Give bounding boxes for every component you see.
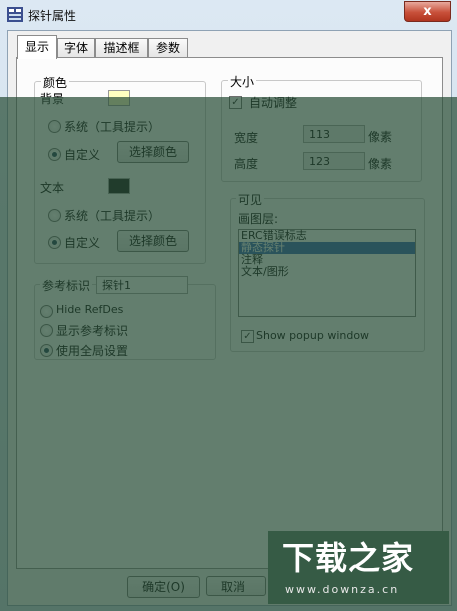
list-item[interactable]: 文本/图形 (239, 266, 415, 278)
layers-label: 画图层: (238, 212, 279, 226)
cancel-button[interactable]: 取消 (206, 576, 266, 596)
width-field[interactable]: 113 (303, 125, 365, 143)
bg-choose-color-button[interactable]: 选择颜色 (117, 141, 189, 163)
text-color-swatch (108, 178, 130, 194)
title-bar: 探针属性 x (0, 0, 457, 30)
background-swatch (108, 90, 130, 106)
list-item-selected[interactable]: 静态探针 (239, 242, 415, 254)
global-settings-radio[interactable] (40, 344, 53, 357)
background-label: 背景 (40, 92, 65, 106)
bg-custom-label: 自定义 (64, 148, 101, 162)
width-label: 宽度 (234, 131, 259, 145)
watermark-logo-text: 下载之家 (282, 539, 415, 577)
app-icon (7, 7, 23, 22)
window-title: 探针属性 (28, 9, 77, 23)
tab-parameters[interactable]: 参数 (148, 38, 188, 58)
tab-font[interactable]: 字体 (57, 38, 95, 58)
tab-display[interactable]: 显示 (17, 35, 57, 59)
color-group-title: 颜色 (41, 74, 70, 91)
watermark: 下载之家 www.downza.cn (268, 531, 449, 604)
close-icon: x (423, 4, 432, 19)
hide-refdes-label: Hide RefDes (56, 303, 124, 316)
text-system-radio[interactable] (48, 209, 61, 222)
layers-listbox[interactable]: ERC错误标志 静态探针 注释 文本/图形 (238, 229, 416, 317)
text-custom-radio[interactable] (48, 236, 61, 249)
tab-label-box[interactable]: 描述框 (95, 38, 148, 58)
watermark-url: www.downza.cn (285, 583, 400, 596)
text-system-label: 系统（工具提示） (64, 209, 161, 223)
size-group-title: 大小 (228, 73, 257, 90)
global-settings-label: 使用全局设置 (56, 344, 129, 358)
show-refdes-radio[interactable] (40, 324, 53, 337)
bg-system-radio[interactable] (48, 120, 61, 133)
text-color-label: 文本 (40, 181, 65, 195)
height-label: 高度 (234, 157, 259, 171)
auto-adjust-label: 自动调整 (249, 96, 298, 110)
text-choose-color-button[interactable]: 选择颜色 (117, 230, 189, 252)
height-field[interactable]: 123 (303, 152, 365, 170)
show-popup-checkbox[interactable]: ✓ (241, 330, 254, 343)
bg-system-label: 系统（工具提示） (64, 120, 161, 134)
refdes-group-title: 参考标识 (40, 277, 93, 294)
text-custom-label: 自定义 (64, 236, 101, 250)
hide-refdes-radio[interactable] (40, 305, 53, 318)
width-unit: 像素 (368, 130, 393, 144)
close-button[interactable]: x (404, 1, 451, 22)
auto-adjust-checkbox[interactable]: ✓ (229, 96, 242, 109)
show-popup-label: Show popup window (256, 329, 370, 342)
bg-custom-radio[interactable] (48, 148, 61, 161)
visible-group-title: 可见 (236, 191, 265, 208)
ok-button[interactable]: 确定(O) (127, 576, 200, 598)
height-unit: 像素 (368, 157, 393, 171)
refdes-input[interactable]: 探针1 (96, 276, 188, 294)
dialog-window: 探针属性 x 显示 字体 描述框 参数 颜色 背景 系统（工具提示） 自定义 选… (0, 0, 457, 611)
show-refdes-label: 显示参考标识 (56, 324, 129, 338)
